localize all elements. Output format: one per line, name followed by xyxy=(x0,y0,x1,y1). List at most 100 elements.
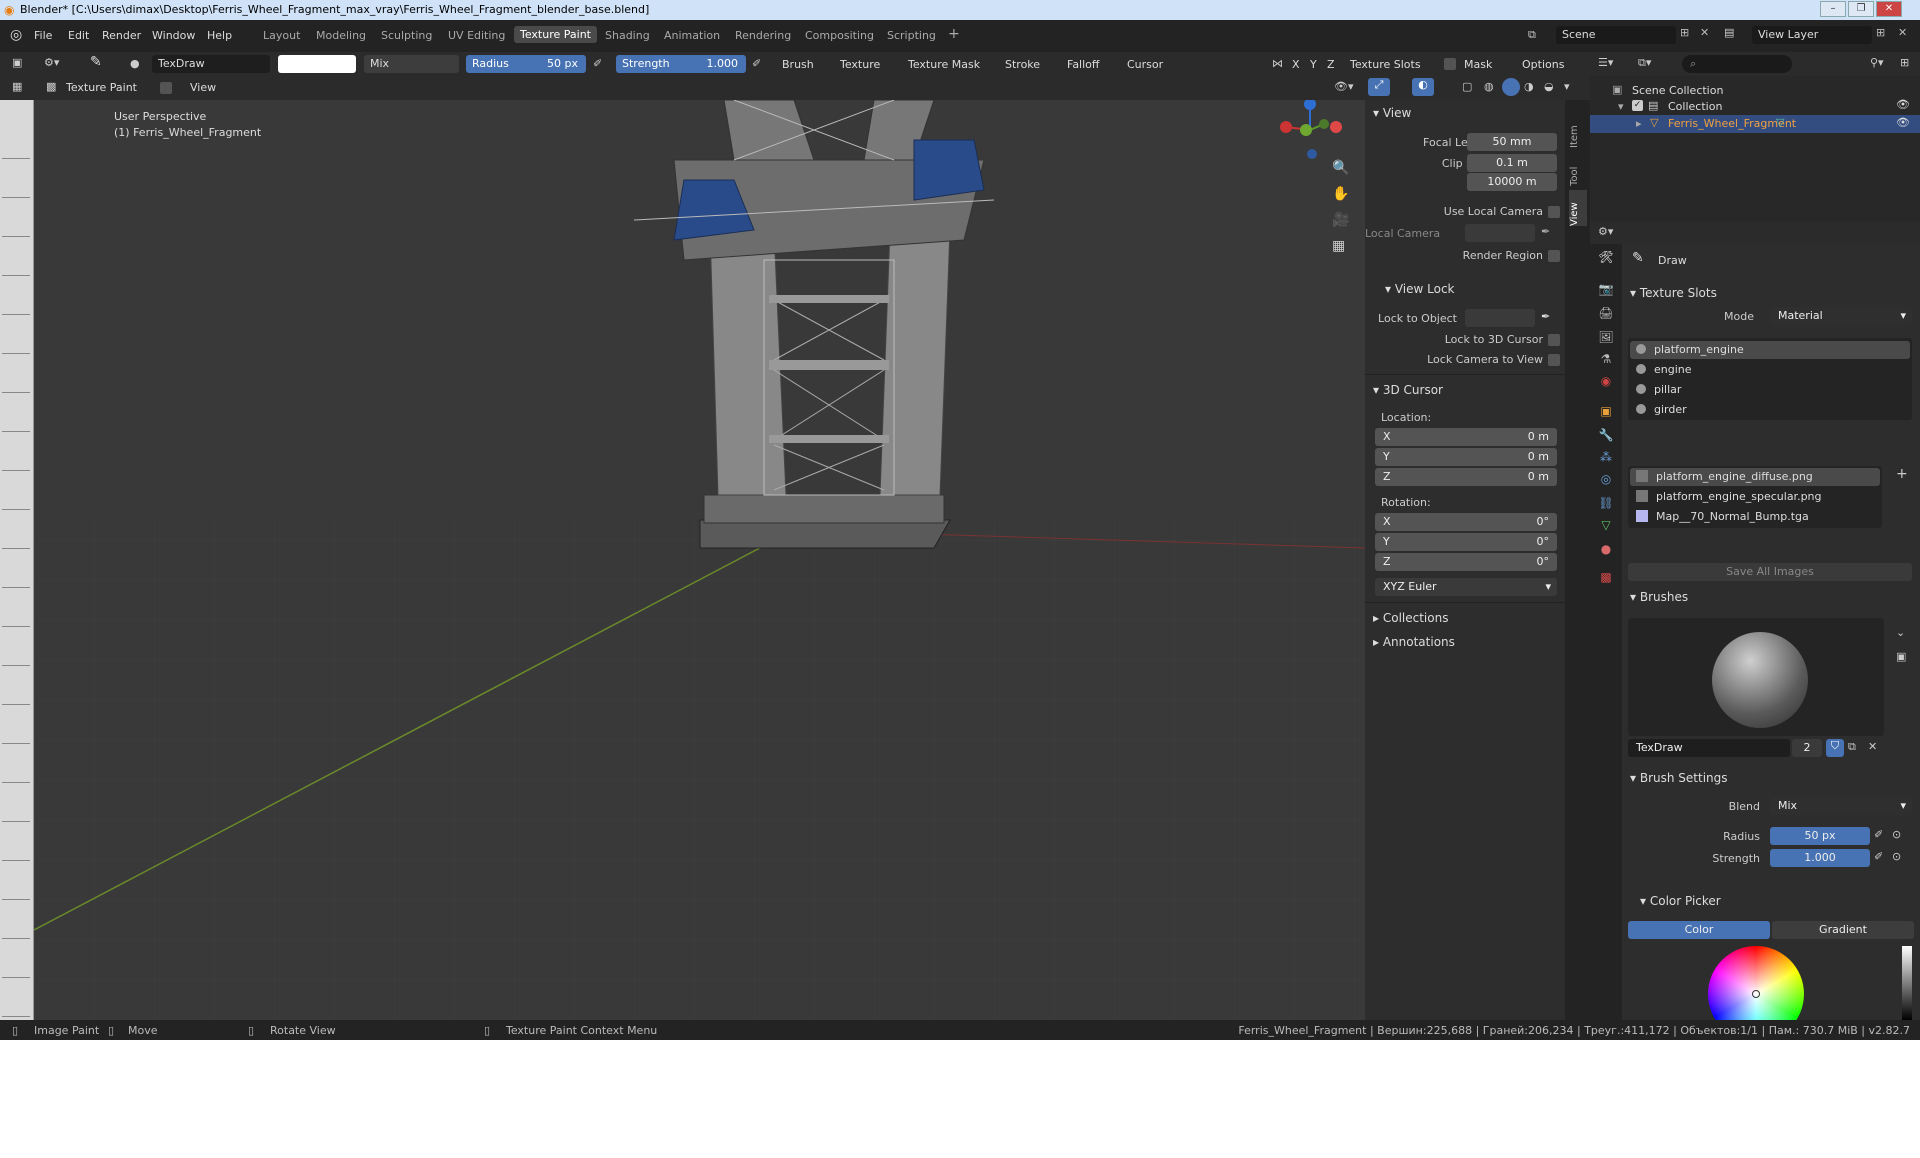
brush-preview-panel[interactable] xyxy=(1628,618,1884,736)
rotation-mode-dropdown[interactable]: XYZ Euler ▾ xyxy=(1375,578,1557,596)
mask-checkbox[interactable] xyxy=(1444,58,1456,70)
blend-dropdown[interactable]: Mix ▾ xyxy=(1770,797,1912,815)
brush-browse-icon[interactable]: ▣ xyxy=(1896,650,1906,663)
menu-file[interactable]: File xyxy=(34,29,52,42)
brush-users-count[interactable]: 2 xyxy=(1792,739,1822,757)
texture-mask-dropdown[interactable]: Texture Mask xyxy=(908,58,980,71)
modifier-tab-icon[interactable]: 🔧 xyxy=(1598,428,1614,444)
data-tab-icon[interactable]: ▽ xyxy=(1598,518,1614,534)
view-layer-tab-icon[interactable]: 🖼 xyxy=(1598,330,1614,346)
blender-menu-icon[interactable]: ◎ xyxy=(10,27,22,43)
strength-slider[interactable]: Strength 1.000 xyxy=(616,55,746,73)
falloff-dropdown[interactable]: Falloff xyxy=(1067,58,1099,71)
cursor-rotation-x[interactable]: X 0° xyxy=(1375,513,1557,531)
radius-pressure-icon[interactable]: ✐ xyxy=(1874,828,1883,841)
render-region-checkbox[interactable] xyxy=(1548,250,1560,262)
editor-type-icon[interactable]: ▦ xyxy=(12,80,22,93)
tab-rendering[interactable]: Rendering xyxy=(735,29,791,42)
focal-length-field[interactable]: 50 mm xyxy=(1467,133,1557,151)
xray-icon[interactable]: ▢ xyxy=(1462,80,1472,93)
menu-render[interactable]: Render xyxy=(102,29,141,42)
world-tab-icon[interactable]: ◉ xyxy=(1598,374,1614,390)
render-tab-icon[interactable]: 📷 xyxy=(1598,282,1614,298)
material-tab-icon[interactable]: ● xyxy=(1598,542,1614,558)
output-tab-icon[interactable]: 🖨 xyxy=(1598,306,1614,322)
navigation-gizmo[interactable] xyxy=(1270,100,1365,180)
symmetry-icon[interactable]: ⋈ xyxy=(1272,57,1283,70)
brush-name-field[interactable]: TexDraw xyxy=(152,55,270,73)
use-local-camera-checkbox[interactable] xyxy=(1548,206,1560,218)
overlay-icon[interactable]: ◐ xyxy=(1412,78,1434,96)
stroke-dropdown[interactable]: Stroke xyxy=(1005,58,1040,71)
mirror-x-toggle[interactable]: X xyxy=(1292,58,1300,71)
clip-end-field[interactable]: 10000 m xyxy=(1467,173,1557,191)
new-collection-icon[interactable]: ⊞ xyxy=(1900,56,1909,69)
menu-help[interactable]: Help xyxy=(207,29,232,42)
tab-compositing[interactable]: Compositing xyxy=(805,29,874,42)
constraints-tab-icon[interactable]: ⛓ xyxy=(1598,496,1614,512)
save-all-images-button[interactable]: Save All Images xyxy=(1628,563,1912,581)
unlink-brush-icon[interactable]: ✕ xyxy=(1868,740,1877,753)
annotations-header[interactable]: ▸ Annotations xyxy=(1373,635,1455,649)
scene-selector[interactable]: Scene xyxy=(1556,26,1676,44)
mode-dropdown[interactable]: Texture Paint xyxy=(66,81,137,94)
delete-view-layer-icon[interactable]: ✕ xyxy=(1898,26,1907,39)
list-item[interactable]: Map__70_Normal_Bump.tga xyxy=(1630,508,1880,526)
menu-edit[interactable]: Edit xyxy=(68,29,89,42)
cursor-rotation-y[interactable]: Y 0° xyxy=(1375,533,1557,551)
tab-scripting[interactable]: Scripting xyxy=(887,29,936,42)
clip-start-field[interactable]: 0.1 m xyxy=(1467,154,1557,172)
lock-eyedropper-icon[interactable]: ✒ xyxy=(1541,310,1550,323)
3d-cursor-header[interactable]: ▾ 3D Cursor xyxy=(1373,383,1443,397)
radius-unit-icon[interactable]: ⊙ xyxy=(1892,828,1901,841)
close-button[interactable]: ✕ xyxy=(1876,1,1902,17)
delete-scene-icon[interactable]: ✕ xyxy=(1700,26,1709,39)
maximize-button[interactable]: ❐ xyxy=(1848,1,1874,17)
brush-settings-header[interactable]: ▾ Brush Settings xyxy=(1630,771,1728,785)
zoom-icon[interactable]: 🔍 xyxy=(1332,160,1349,176)
texture-tab-icon[interactable]: ▩ xyxy=(1598,570,1614,586)
strength-slider[interactable]: 1.000 xyxy=(1770,849,1870,867)
menu-window[interactable]: Window xyxy=(152,29,195,42)
scene-collection-label[interactable]: Scene Collection xyxy=(1632,84,1723,97)
rendered-shading-icon[interactable]: ◒ xyxy=(1544,80,1554,93)
eyedropper-icon[interactable]: ✒ xyxy=(1541,225,1550,238)
minimize-button[interactable]: – xyxy=(1820,1,1846,17)
tab-item[interactable]: Item xyxy=(1569,110,1587,148)
camera-view-icon[interactable]: 🎥 xyxy=(1332,212,1349,228)
editor-type-icon[interactable]: ☰▾ xyxy=(1598,56,1613,69)
texture-slots-dropdown[interactable]: Texture Slots xyxy=(1350,58,1421,71)
wireframe-shading-icon[interactable]: ◍ xyxy=(1484,80,1494,93)
gizmo-icon[interactable]: ⤢ xyxy=(1368,78,1390,96)
mirror-z-toggle[interactable]: Z xyxy=(1327,58,1335,71)
visibility-icon[interactable]: 👁▾ xyxy=(1334,80,1354,93)
brush-list-expand-icon[interactable]: ⌄ xyxy=(1896,626,1905,639)
brush-dropdown[interactable]: Brush xyxy=(782,58,814,71)
list-item[interactable]: girder xyxy=(1630,401,1910,419)
tab-view[interactable]: View xyxy=(1569,190,1587,226)
cursor-location-z[interactable]: Z 0 m xyxy=(1375,468,1557,486)
material-shading-icon[interactable]: ◑ xyxy=(1524,80,1534,93)
tab-modeling[interactable]: Modeling xyxy=(316,29,366,42)
tab-uv-editing[interactable]: UV Editing xyxy=(448,29,505,42)
mirror-y-toggle[interactable]: Y xyxy=(1310,58,1317,71)
radius-pressure-icon[interactable]: ✐ xyxy=(593,57,602,70)
brush-browse-icon[interactable]: ● xyxy=(130,57,140,70)
tool-tab-icon[interactable]: 🛠 xyxy=(1598,250,1614,266)
color-cursor[interactable] xyxy=(1752,990,1760,998)
view-menu[interactable]: View xyxy=(190,81,216,94)
tab-texture-paint[interactable]: Texture Paint xyxy=(514,26,597,43)
outliner-search-input[interactable]: ⌕ xyxy=(1682,55,1792,73)
mode-dropdown[interactable]: Material ▾ xyxy=(1770,307,1912,325)
display-mode-icon[interactable]: ⧉▾ xyxy=(1638,56,1651,70)
options-dropdown[interactable]: Options xyxy=(1522,58,1564,71)
view-layer-selector[interactable]: View Layer xyxy=(1752,26,1872,44)
collapse-arrow-icon[interactable]: ▾ xyxy=(1618,100,1624,113)
brushes-header[interactable]: ▾ Brushes xyxy=(1630,590,1688,604)
brush-tool-icon[interactable]: ✎ xyxy=(90,54,102,70)
collection-checkbox[interactable]: ✓ xyxy=(1632,100,1643,111)
tab-shading[interactable]: Shading xyxy=(605,29,650,42)
blend-dropdown[interactable]: Mix xyxy=(364,55,459,73)
brush-name-field[interactable]: TexDraw xyxy=(1628,739,1790,757)
strength-pressure-icon[interactable]: ✐ xyxy=(752,57,761,70)
